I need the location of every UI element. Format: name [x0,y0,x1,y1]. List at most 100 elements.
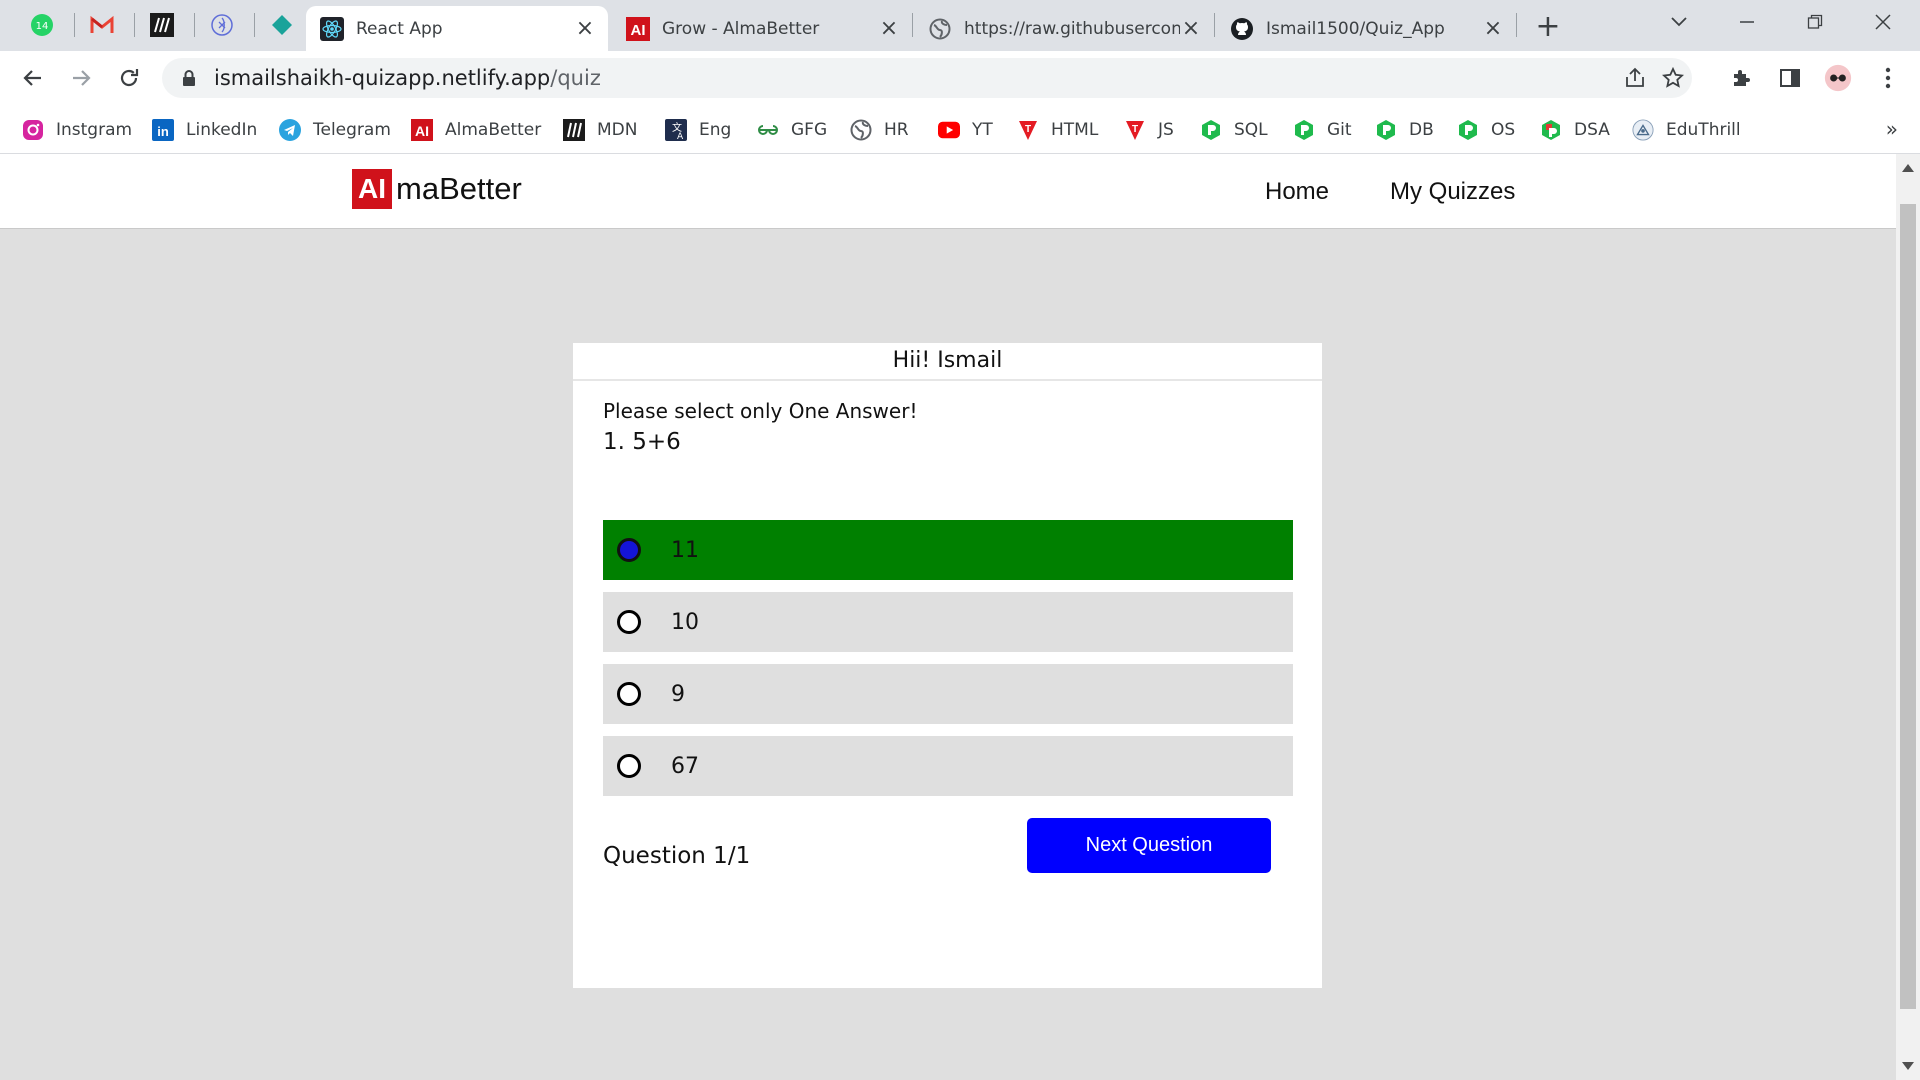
extensions-puzzle-icon[interactable] [1728,64,1756,92]
almabetter-logo[interactable]: AI maBetter [352,169,522,209]
pinned-tab-teal[interactable] [258,6,306,44]
pinned-tab-gmail[interactable] [78,6,126,44]
page-scrollbar[interactable] [1896,154,1920,1080]
next-question-button[interactable]: Next Question [1027,818,1271,873]
url-path: /quiz [550,66,601,90]
bookmark-git[interactable]: Git [1293,117,1352,143]
url-text[interactable]: ismailshaikh-quizapp.netlify.app/quiz [214,66,601,90]
bookmark-yt[interactable]: YT [938,117,993,143]
share-icon[interactable] [1622,65,1648,91]
nav-my-quizzes-link[interactable]: My Quizzes [1390,178,1515,206]
tab-search-icon[interactable] [1654,6,1704,38]
almabetter-icon: AI [626,16,650,41]
question-progress: Question 1/1 [603,843,751,869]
gfg-icon [757,119,779,141]
bookmark-js[interactable]: T JS [1124,117,1174,143]
bookmark-star-icon[interactable] [1660,65,1686,91]
tab-almabetter[interactable]: AI Grow - AlmaBetter × [612,6,912,51]
whatsapp-icon: 14 [31,14,53,36]
new-tab-button[interactable]: + [1530,10,1566,46]
svg-text:T: T [1025,124,1031,135]
restore-icon[interactable] [1790,6,1840,38]
bookmarks-bar: Instgram in LinkedIn Telegram AI AlmaBet… [0,105,1920,154]
close-tab-icon[interactable]: × [878,17,900,40]
bookmark-linkedin[interactable]: in LinkedIn [152,117,257,143]
close-tab-icon[interactable]: × [1482,17,1504,40]
forward-button[interactable] [64,61,98,95]
tab-title: https://raw.githubusercon [964,18,1180,39]
bookmark-instgram[interactable]: Instgram [22,117,132,143]
radio-button-checked[interactable] [617,538,641,562]
minimize-icon[interactable] [1722,6,1772,38]
bookmark-gfg[interactable]: GFG [757,117,827,143]
answer-option-2[interactable]: 10 [603,592,1293,652]
bookmark-label: GFG [791,120,828,140]
bookmark-eng[interactable]: 文A Eng [665,117,731,143]
youtube-icon [938,119,960,141]
close-tab-icon[interactable]: × [574,17,596,40]
svg-text:AI: AI [415,123,429,139]
close-tab-icon[interactable]: × [1180,17,1202,40]
bookmark-label: EduThrill [1666,120,1741,140]
bookmark-label: Instgram [56,120,133,140]
pinned-tab-react-devtools[interactable] [198,6,246,44]
radio-button[interactable] [617,754,641,778]
bookmark-eduthrill[interactable]: EduThrill [1632,117,1741,143]
bookmark-mdn[interactable]: MDN [563,117,637,143]
bookmark-label: YT [972,120,993,140]
tab-react-app[interactable]: React App × [306,6,608,51]
browser-tab-strip: 14 React App × AI Grow - AlmaBetter × ht… [0,0,1920,51]
react-icon [320,16,344,41]
radio-button[interactable] [617,682,641,706]
bookmark-almabetter[interactable]: AI AlmaBetter [411,117,541,143]
globe-icon [850,119,872,141]
bookmark-hr[interactable]: HR [850,117,909,143]
answer-option-4[interactable]: 67 [603,736,1293,796]
window-close-icon[interactable] [1858,6,1908,38]
almabetter-icon: AI [411,119,433,141]
scroll-up-arrow-icon[interactable] [1902,164,1914,172]
answer-option-1[interactable]: 11 [603,520,1293,580]
radio-button[interactable] [617,610,641,634]
bookmark-label: DB [1409,120,1434,140]
tab-github-repo[interactable]: Ismail1500/Quiz_App × [1216,6,1516,51]
pinned-tab-whatsapp[interactable]: 14 [18,6,66,44]
pinned-tab-mdn[interactable] [138,6,186,44]
logo-text: maBetter [396,171,522,206]
side-panel-icon[interactable] [1776,64,1804,92]
scroll-down-arrow-icon[interactable] [1902,1062,1914,1070]
lock-icon [183,70,195,86]
tab-title: React App [356,18,443,39]
dsa-hex-icon [1540,119,1562,141]
logo-mark: AI [352,169,392,209]
bookmark-label: HTML [1051,120,1099,140]
greeting-header: Hii! Ismail [573,343,1322,381]
bookmark-db[interactable]: DB [1375,117,1434,143]
bookmark-sql[interactable]: SQL [1200,117,1268,143]
option-label: 11 [671,538,699,563]
browser-menu-icon[interactable] [1874,64,1902,92]
mdn-icon [150,13,174,37]
scrollbar-thumb[interactable] [1900,204,1916,1009]
option-label: 9 [671,682,685,707]
profile-avatar[interactable] [1824,64,1852,92]
answer-option-3[interactable]: 9 [603,664,1293,724]
mdn-icon [563,119,585,141]
tab-raw-github[interactable]: https://raw.githubusercon × [914,6,1214,51]
back-arrow-icon [23,70,41,86]
bookmark-label: Git [1327,120,1352,140]
reload-button[interactable] [112,61,146,95]
more-bookmarks-chevron-icon[interactable]: » [1886,117,1898,141]
svg-text:A: A [677,132,684,141]
forward-arrow-icon [73,70,91,86]
browser-toolbar: ismailshaikh-quizapp.netlify.app/quiz [0,51,1920,105]
back-button[interactable] [16,61,50,95]
bookmark-os[interactable]: OS [1457,117,1515,143]
address-bar[interactable]: ismailshaikh-quizapp.netlify.app/quiz [162,58,1692,98]
question-text: 1. 5+6 [603,429,681,455]
nav-home-link[interactable]: Home [1265,178,1329,206]
bookmark-telegram[interactable]: Telegram [279,117,391,143]
bookmark-html[interactable]: T HTML [1017,117,1098,143]
bookmark-dsa[interactable]: DSA [1540,117,1610,143]
green-hex-icon [1457,119,1479,141]
